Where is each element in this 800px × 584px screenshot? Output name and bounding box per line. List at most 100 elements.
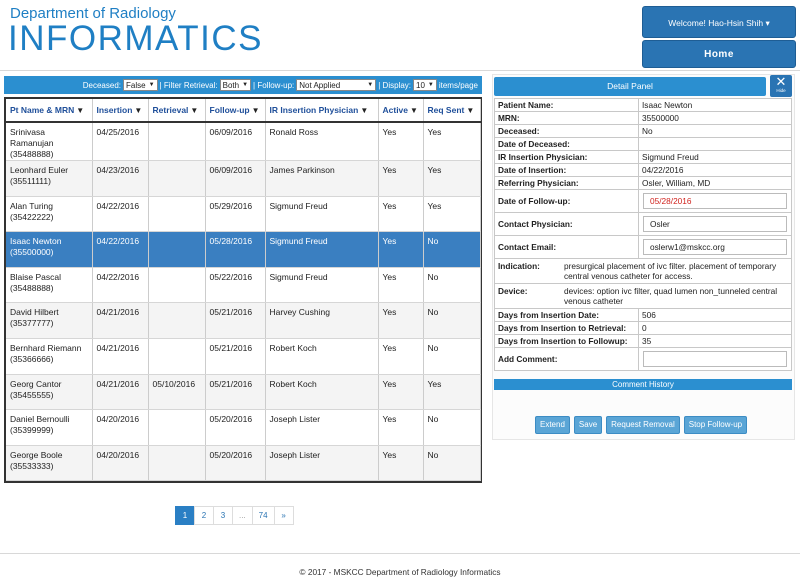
patient-cell: Daniel Bernoulli (35399999) [6,409,93,446]
col-physician-header[interactable]: IR Insertion Physician ▼ [265,99,379,123]
page-button[interactable]: 1 [175,506,195,525]
col-active-header[interactable]: Active ▼ [378,99,424,123]
patient-name: Blaise Pascal [10,271,62,282]
table-row[interactable]: George Boole (35533333) 04/20/2016 05/20/20… [6,445,481,482]
table-row[interactable]: David Hilbert (35377777) 04/21/2016 05/21/2… [6,302,481,339]
active-cell: Yes [378,302,424,339]
retrieval-cell [148,231,206,268]
deceased-select[interactable]: False ▼ [123,79,158,91]
comment-history-bar[interactable]: Comment History [494,379,792,390]
patient-name: George Boole [10,449,63,460]
followup-cell: 05/28/2016 [205,231,266,268]
table-row[interactable]: Georg Cantor (35455555) 04/21/2016 05/10/20… [6,374,481,411]
filter-funnel-icon[interactable]: ▼ [360,106,368,115]
physician-cell: Robert Koch [265,338,379,375]
req-sent-cell: Yes [423,160,481,197]
filter-funnel-icon[interactable]: ▼ [466,106,474,115]
retrieval-cell [148,302,206,339]
filter-funnel-icon[interactable]: ▼ [410,106,418,115]
detail-table: Patient Name: Isaac Newton MRN: 35500000 D… [494,98,792,371]
patient-name: Bernhard Riemann [10,342,82,353]
contact-email-input[interactable]: oslerw1@mskcc.org [643,239,787,255]
patient-cell: Georg Cantor (35455555) [6,374,93,411]
contact-physician-input[interactable]: Osler [643,216,787,232]
col-followup-header[interactable]: Follow-up ▼ [205,99,266,123]
chevron-down-icon: ▼ [367,81,374,88]
col-req-sent-header[interactable]: Req Sent ▼ [423,99,481,123]
add-comment-key: Add Comment: [494,347,639,371]
active-cell: Yes [378,122,424,161]
followup-cell: 05/29/2016 [205,196,266,233]
followup-filter-label: | Follow-up: [253,80,295,90]
deceased-key: Deceased: [494,124,639,138]
ir-physician-value: Sigmund Freud [638,150,792,164]
chevron-down-icon: ▼ [242,81,249,88]
req-sent-cell: No [423,267,481,304]
mrn-value: 35500000 [638,111,792,125]
insertion-cell: 04/22/2016 [92,196,149,233]
days-retrieval-value: 0 [638,321,792,335]
filter-funnel-icon[interactable]: ▼ [190,106,198,115]
contact-physician-key: Contact Physician: [494,212,639,236]
filter-funnel-icon[interactable]: ▼ [76,106,84,115]
active-cell: Yes [378,445,424,482]
next-page-button[interactable]: » [273,506,294,525]
device-key: Device: [498,286,528,296]
request-removal-button[interactable]: Request Removal [606,416,680,434]
active-cell: Yes [378,160,424,197]
retrieval-cell [148,122,206,161]
table-row[interactable]: Daniel Bernoulli (35399999) 04/20/2016 05/2… [6,409,481,446]
table-row[interactable]: Blaise Pascal (35488888) 04/22/2016 05/22/2… [6,267,481,304]
retrieval-select[interactable]: Both ▼ [219,79,252,91]
patient-name: Isaac Newton [10,236,62,247]
save-button[interactable]: Save [573,416,603,434]
physician-cell: James Parkinson [265,160,379,197]
table-row[interactable]: Alan Turing (35422222) 04/22/2016 05/29/201… [6,196,481,233]
patient-mrn: (35422222) [10,211,54,222]
filter-funnel-icon[interactable]: ▼ [252,106,260,115]
patient-cell: Bernhard Riemann (35366666) [6,338,93,375]
followup-date-input[interactable]: 05/28/2016 [643,193,787,209]
insertion-cell: 04/21/2016 [92,374,149,411]
page-button[interactable]: 2 [194,506,214,525]
display-select[interactable]: 10 ▼ [413,79,437,91]
col-insertion-header[interactable]: Insertion ▼ [92,99,149,123]
followup-cell: 05/22/2016 [205,267,266,304]
page-button[interactable]: 74 [251,506,275,525]
add-comment-input[interactable] [643,351,787,367]
contact-email-key: Contact Email: [494,235,639,259]
retrieval-cell [148,445,206,482]
page-button[interactable]: 3 [213,506,233,525]
stop-followup-button[interactable]: Stop Follow-up [683,416,748,434]
filter-funnel-icon[interactable]: ▼ [134,106,142,115]
patient-cell: George Boole (35533333) [6,445,93,482]
physician-cell: Ronald Ross [265,122,379,161]
extend-button[interactable]: Extend [535,416,570,434]
table-row[interactable]: Leonhard Euler (35511111) 04/23/2016 06/09/… [6,160,481,197]
req-sent-cell: No [423,445,481,482]
table-row[interactable]: Bernhard Riemann (35366666) 04/21/2016 05/2… [6,338,481,375]
followup-cell: 05/20/2016 [205,409,266,446]
user-menu-button[interactable]: Welcome! Hao-Hsin Shih ▾ [642,6,796,38]
patient-cell: Leonhard Euler (35511111) [6,160,93,197]
pagination-ellipsis: ... [232,506,253,525]
table-row[interactable]: Isaac Newton (35500000) 04/22/2016 05/28/20… [6,231,481,268]
patient-mrn: (35399999) [10,425,54,436]
home-button[interactable]: Home [642,40,796,68]
col-patient-header[interactable]: Pt Name & MRN ▼ [6,99,93,123]
active-cell: Yes [378,231,424,268]
followup-select[interactable]: Not Applied ▼ [296,79,377,91]
active-cell: Yes [378,196,424,233]
date-deceased-key: Date of Deceased: [494,137,639,151]
col-retrieval-header[interactable]: Retrieval ▼ [148,99,206,123]
patient-name: Georg Cantor [10,378,62,389]
req-sent-cell: No [423,231,481,268]
req-sent-cell: Yes [423,196,481,233]
header-label: Pt Name & MRN [10,105,75,115]
patient-mrn: (35377777) [10,318,54,329]
patient-mrn: (35488888) [10,282,54,293]
physician-cell: Harvey Cushing [265,302,379,339]
footer: © 2017 - MSKCC Department of Radiology I… [299,567,501,577]
hide-panel-button[interactable]: ✕ Hide [770,75,792,97]
table-row[interactable]: Srinivasa Ramanujan (35488888) 04/25/2016 0… [6,122,481,161]
